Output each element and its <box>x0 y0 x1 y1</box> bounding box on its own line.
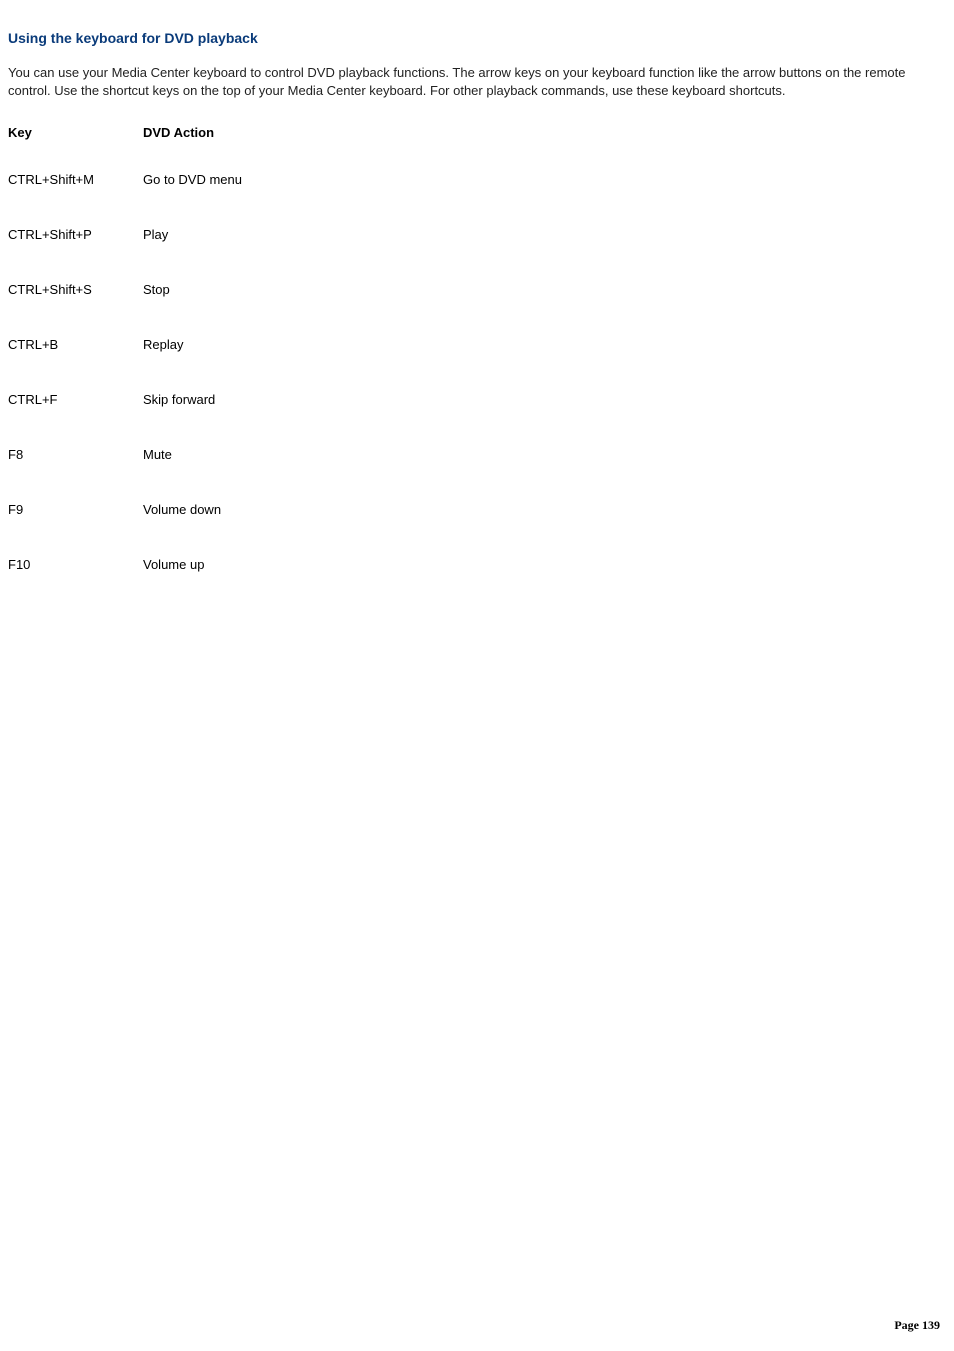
cell-key: F9 <box>8 502 143 557</box>
table-row: CTRL+Shift+P Play <box>8 227 242 282</box>
table-header-row: Key DVD Action <box>8 125 242 172</box>
table-row: CTRL+F Skip forward <box>8 392 242 447</box>
table-row: CTRL+Shift+S Stop <box>8 282 242 337</box>
header-key: Key <box>8 125 143 172</box>
cell-action: Skip forward <box>143 392 242 447</box>
page-number: 139 <box>922 1318 940 1332</box>
cell-key: F10 <box>8 557 143 612</box>
cell-action: Play <box>143 227 242 282</box>
table-row: F9 Volume down <box>8 502 242 557</box>
cell-key: CTRL+F <box>8 392 143 447</box>
table-row: CTRL+B Replay <box>8 337 242 392</box>
cell-action: Volume down <box>143 502 242 557</box>
section-heading: Using the keyboard for DVD playback <box>8 30 946 46</box>
page-label: Page <box>894 1318 922 1332</box>
cell-action: Go to DVD menu <box>143 172 242 227</box>
cell-key: F8 <box>8 447 143 502</box>
intro-paragraph: You can use your Media Center keyboard t… <box>8 64 946 99</box>
header-action: DVD Action <box>143 125 242 172</box>
cell-key: CTRL+B <box>8 337 143 392</box>
cell-action: Replay <box>143 337 242 392</box>
page-footer: Page 139 <box>894 1318 940 1333</box>
cell-key: CTRL+Shift+P <box>8 227 143 282</box>
cell-key: CTRL+Shift+M <box>8 172 143 227</box>
table-row: F8 Mute <box>8 447 242 502</box>
cell-action: Mute <box>143 447 242 502</box>
cell-key: CTRL+Shift+S <box>8 282 143 337</box>
cell-action: Stop <box>143 282 242 337</box>
shortcuts-table: Key DVD Action CTRL+Shift+M Go to DVD me… <box>8 125 242 612</box>
table-row: CTRL+Shift+M Go to DVD menu <box>8 172 242 227</box>
table-row: F10 Volume up <box>8 557 242 612</box>
cell-action: Volume up <box>143 557 242 612</box>
